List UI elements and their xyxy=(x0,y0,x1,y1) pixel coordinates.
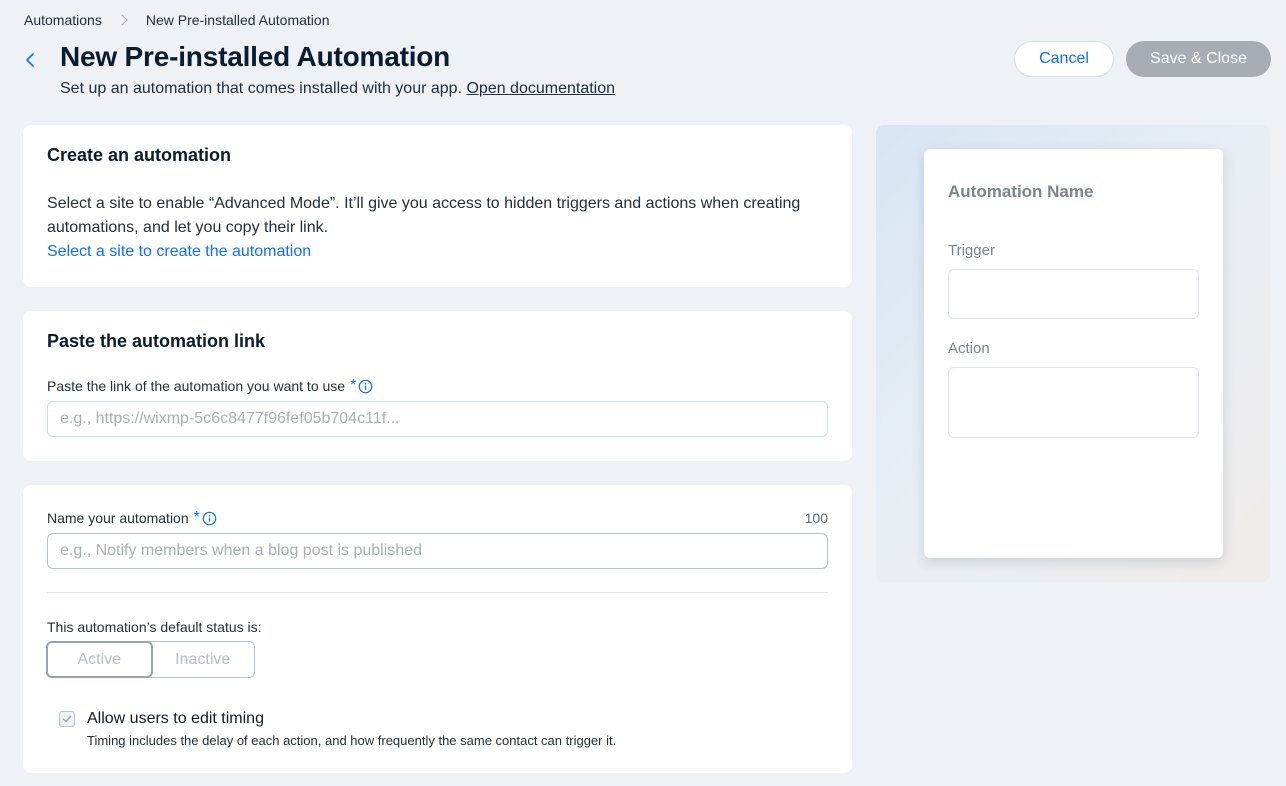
page: Automations New Pre-installed Automation… xyxy=(0,0,1286,786)
page-subtitle: Set up an automation that comes installe… xyxy=(60,80,615,98)
check-icon xyxy=(62,715,72,723)
divider xyxy=(47,592,828,593)
link-field-label: Paste the link of the automation you wan… xyxy=(47,377,373,395)
paste-link-card: Paste the automation link Paste the link… xyxy=(23,311,852,461)
back-button[interactable] xyxy=(18,48,42,72)
card-description: Select a site to enable “Advanced Mode”.… xyxy=(47,195,801,236)
info-icon[interactable] xyxy=(358,379,373,394)
breadcrumb-automations[interactable]: Automations xyxy=(24,12,102,28)
default-status-label: This automation’s default status is: xyxy=(47,619,262,635)
preview-action-label: Action xyxy=(948,340,990,357)
automation-name-input[interactable] xyxy=(47,533,828,569)
required-marker: * xyxy=(350,377,357,394)
name-field-label: Name your automation * xyxy=(47,509,217,527)
automation-details-card: Name your automation * 100 This automati… xyxy=(23,485,852,773)
label-text: Name your automation xyxy=(47,510,189,526)
card-title: Create an automation xyxy=(47,145,232,165)
preview-action-box xyxy=(948,367,1199,438)
cancel-button[interactable]: Cancel xyxy=(1014,41,1114,77)
breadcrumb: Automations New Pre-installed Automation xyxy=(24,12,329,28)
chevron-left-icon xyxy=(26,53,34,67)
status-toggle: Active Inactive xyxy=(46,641,255,678)
automation-link-input[interactable] xyxy=(47,401,828,437)
status-option-inactive[interactable]: Inactive xyxy=(152,642,255,677)
chevron-right-icon xyxy=(116,14,128,26)
edit-timing-checkbox[interactable] xyxy=(59,711,75,727)
open-documentation-link[interactable]: Open documentation xyxy=(466,80,615,97)
edit-timing-label: Allow users to edit timing xyxy=(87,710,264,727)
info-icon[interactable] xyxy=(202,511,217,526)
create-automation-card: Create an automation Select a site to en… xyxy=(23,125,852,287)
label-text: Paste the link of the automation you wan… xyxy=(47,378,346,394)
automation-preview-panel: Automation Name Trigger Action xyxy=(876,125,1270,582)
select-site-link[interactable]: Select a site to create the automation xyxy=(47,240,311,264)
edit-timing-hint: Timing includes the delay of each action… xyxy=(87,733,617,748)
automation-preview-card: Automation Name Trigger Action xyxy=(924,149,1223,558)
breadcrumb-current: New Pre-installed Automation xyxy=(145,12,330,28)
card-title: Paste the automation link xyxy=(47,331,266,351)
status-option-active[interactable]: Active xyxy=(46,641,153,678)
preview-trigger-label: Trigger xyxy=(948,242,995,259)
subtitle-text: Set up an automation that comes installe… xyxy=(60,80,463,97)
save-close-button[interactable]: Save & Close xyxy=(1126,41,1271,77)
preview-trigger-box xyxy=(948,269,1199,319)
preview-automation-name: Automation Name xyxy=(948,182,1094,201)
page-title: New Pre-installed Automation xyxy=(60,41,451,72)
required-marker: * xyxy=(193,509,200,526)
char-limit-counter: 100 xyxy=(804,510,828,526)
